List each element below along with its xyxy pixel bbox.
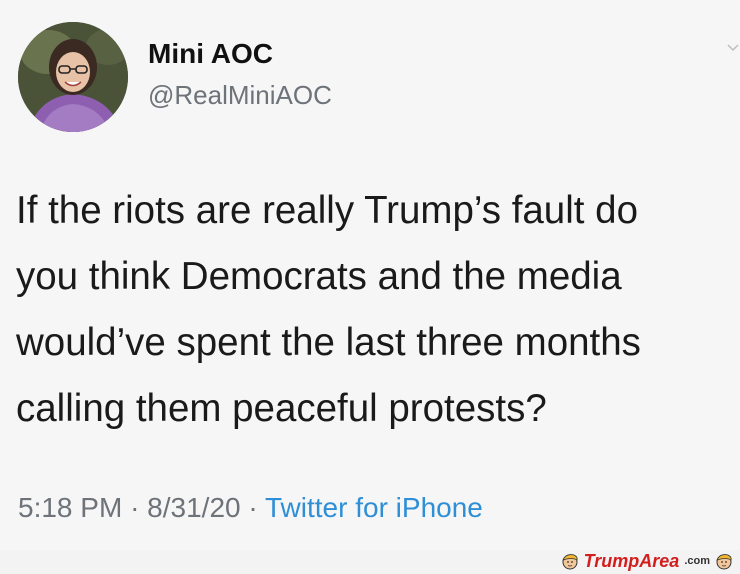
watermark: TrumpArea .com [560, 550, 734, 572]
avatar-image [18, 22, 128, 132]
trump-face-icon [716, 554, 732, 570]
watermark-brand-part2: Area [639, 550, 680, 571]
avatar[interactable] [18, 22, 128, 132]
chevron-down-icon[interactable] [726, 40, 740, 54]
watermark-suffix: .com [684, 555, 710, 567]
meta-separator: · [248, 492, 265, 523]
tweet-meta: 5:18 PM · 8/31/20 · Twitter for iPhone [18, 492, 483, 524]
tweet-card: Mini AOC @RealMiniAOC If the riots are r… [0, 0, 740, 550]
watermark-brand: TrumpArea [584, 551, 680, 572]
tweet-text-line: calling them peaceful protests? [16, 387, 547, 430]
tweet-text-line: you think Democrats and the media [16, 255, 622, 298]
tweet-text-line: would’ve spent the last three months [16, 321, 641, 364]
trump-face-icon [561, 554, 578, 570]
watermark-brand-part1: Trump [583, 550, 640, 571]
tweet-date[interactable]: 8/31/20 [147, 492, 240, 523]
tweet-text: If the riots are really Trump’s fault do… [16, 178, 740, 442]
tweet-time[interactable]: 5:18 PM [18, 492, 122, 523]
tweet-source-link[interactable]: Twitter for iPhone [265, 492, 483, 523]
page: Mini AOC @RealMiniAOC If the riots are r… [0, 0, 740, 574]
tweet-text-line: If the riots are really Trump’s fault do [16, 189, 638, 232]
meta-separator: · [130, 492, 148, 523]
display-name[interactable]: Mini AOC [148, 38, 273, 70]
user-handle[interactable]: @RealMiniAOC [148, 80, 332, 111]
